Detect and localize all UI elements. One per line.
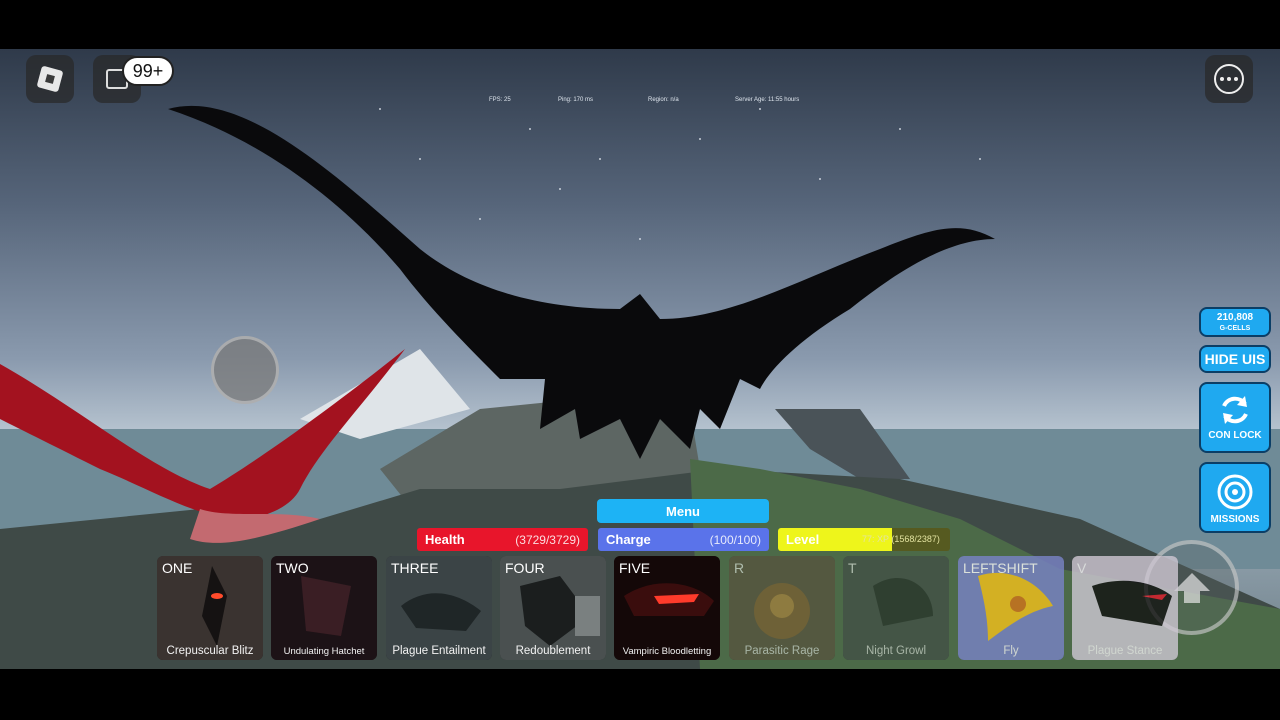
missions-label: MISSIONS	[1210, 514, 1260, 525]
ability-slot-one[interactable]: ONE Crepuscular Blitz	[157, 556, 263, 660]
charge-label: Charge	[606, 532, 651, 547]
g-cells-label: G-CELLS	[1219, 325, 1251, 332]
ability-name: Plague Stance	[1087, 645, 1163, 657]
charge-bar: Charge (100/100)	[598, 528, 769, 551]
health-value: (3729/3729)	[515, 532, 580, 547]
more-options-icon	[1214, 64, 1244, 94]
level-xp: 77: XP (1568/2387)	[862, 534, 940, 544]
ability-name: Fly	[1003, 645, 1019, 657]
ability-name: Crepuscular Blitz	[166, 645, 254, 657]
refresh-icon	[1222, 396, 1248, 424]
charge-value: (100/100)	[709, 532, 761, 547]
con-lock-label: CON LOCK	[1208, 430, 1262, 441]
ability-slot-v[interactable]: V Plague Stance	[1072, 556, 1178, 660]
ability-slot-four[interactable]: FOUR Redoublement	[500, 556, 606, 660]
ability-slot-three[interactable]: THREE Plague Entailment	[386, 556, 492, 660]
ability-key: R	[734, 560, 745, 576]
ability-name: Redoublement	[515, 645, 591, 657]
ability-key: LEFTSHIFT	[963, 560, 1038, 576]
ability-slot-leftshift[interactable]: LEFTSHIFT Fly	[958, 556, 1064, 660]
ability-name: Parasitic Rage	[744, 645, 820, 657]
chat-notification-badge: 99+	[122, 56, 174, 86]
ability-key: V	[1077, 560, 1087, 576]
ability-slot-t[interactable]: T Night Growl	[843, 556, 949, 660]
roblox-menu-button[interactable]	[26, 55, 74, 103]
ability-key: FOUR	[505, 560, 545, 576]
ping-stat: Ping: 170 ms	[558, 97, 594, 103]
ability-key: THREE	[391, 560, 439, 576]
server-age-stat: Server Age: 11:55 hours	[735, 97, 800, 103]
g-cells-value: 210,808	[1216, 312, 1254, 323]
ability-name: Vampiric Bloodletting	[622, 646, 712, 657]
ability-slot-five[interactable]: FIVE Vampiric Bloodletting	[614, 556, 720, 660]
ability-name: Night Growl	[865, 645, 927, 657]
missions-target-icon	[1217, 474, 1253, 510]
missions-button[interactable]: MISSIONS	[1199, 462, 1271, 533]
movement-joystick[interactable]	[211, 336, 279, 404]
level-bar: Level 77: XP (1568/2387)	[778, 528, 950, 551]
ability-slot-two[interactable]: TWO Undulating Hatchet	[271, 556, 377, 660]
menu-button[interactable]: Menu	[597, 499, 769, 523]
ability-key: ONE	[162, 560, 193, 576]
roblox-logo-icon	[36, 65, 64, 93]
ability-slot-r[interactable]: R Parasitic Rage	[729, 556, 835, 660]
level-label: Level	[786, 532, 820, 547]
health-bar: Health (3729/3729)	[417, 528, 588, 551]
ability-name: Plague Entailment	[392, 645, 486, 657]
hide-uis-button[interactable]: HIDE UIS	[1199, 345, 1271, 373]
ability-name: Undulating Hatchet	[283, 646, 365, 657]
more-options-button[interactable]	[1205, 55, 1253, 103]
con-lock-button[interactable]: CON LOCK	[1199, 382, 1271, 453]
jump-arrow-icon	[1173, 572, 1210, 603]
ability-key: TWO	[276, 560, 309, 576]
ability-key: T	[848, 560, 857, 576]
region-stat: Region: n/a	[648, 97, 679, 103]
fps-stat: FPS: 25	[489, 97, 511, 103]
ability-key: FIVE	[619, 560, 651, 576]
g-cells-counter: 210,808 G-CELLS	[1199, 307, 1271, 337]
health-label: Health	[425, 532, 465, 547]
